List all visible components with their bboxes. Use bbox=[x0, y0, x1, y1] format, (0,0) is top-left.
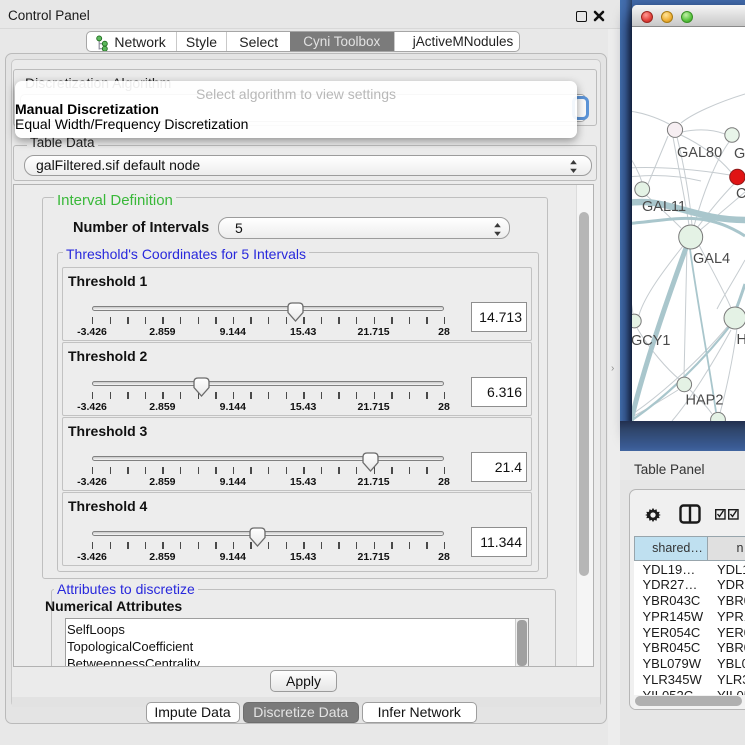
svg-text:GCY1: GCY1 bbox=[632, 333, 671, 349]
svg-text:GAL4: GAL4 bbox=[693, 251, 730, 267]
svg-text:GAL11: GAL11 bbox=[642, 199, 686, 215]
svg-text:GAL80: GAL80 bbox=[677, 145, 722, 161]
svg-text:GA: GA bbox=[734, 146, 745, 162]
svg-text:HAP2: HAP2 bbox=[686, 393, 724, 409]
svg-text:C: C bbox=[736, 186, 745, 202]
svg-text:H: H bbox=[737, 332, 745, 348]
